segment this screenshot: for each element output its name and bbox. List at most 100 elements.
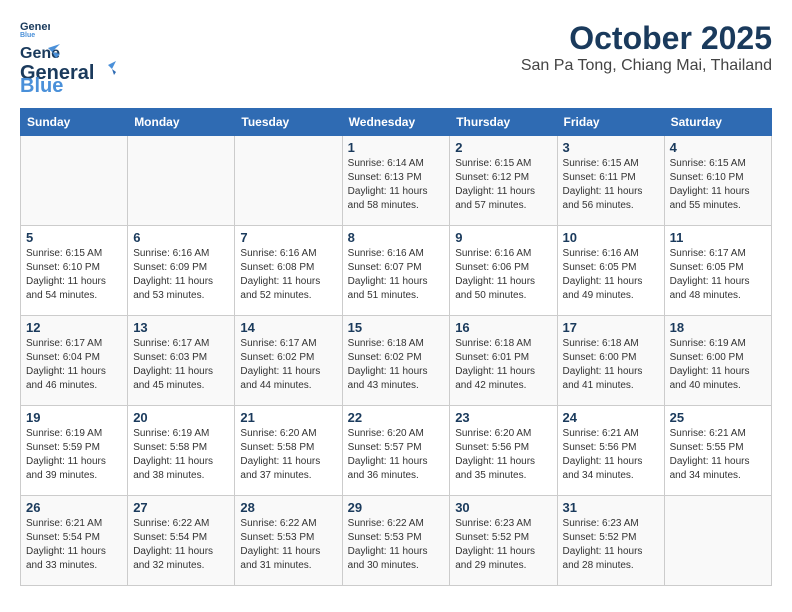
day-info: Sunrise: 6:16 AM Sunset: 6:06 PM Dayligh… (455, 247, 551, 303)
day-info: Sunrise: 6:16 AM Sunset: 6:05 PM Dayligh… (563, 247, 659, 303)
calendar-cell: 28 Sunrise: 6:22 AM Sunset: 5:53 PM Dayli… (235, 496, 342, 586)
calendar-cell: 19 Sunrise: 6:19 AM Sunset: 5:59 PM Dayli… (21, 406, 128, 496)
day-info: Sunrise: 6:20 AM Sunset: 5:57 PM Dayligh… (348, 427, 445, 483)
day-number: 12 (26, 320, 122, 335)
day-number: 14 (240, 320, 336, 335)
calendar-cell: 6Sunrise: 6:16 AM Sunset: 6:09 PM Daylig… (128, 226, 235, 316)
calendar-cell: 3Sunrise: 6:15 AM Sunset: 6:11 PM Daylig… (557, 136, 664, 226)
col-header-sunday: Sunday (21, 109, 128, 136)
calendar-week-3: 12 Sunrise: 6:17 AM Sunset: 6:04 PM Dayli… (21, 316, 772, 406)
calendar-cell: 23 Sunrise: 6:20 AM Sunset: 5:56 PM Dayli… (450, 406, 557, 496)
day-number: 30 (455, 500, 551, 515)
calendar-header-row: SundayMondayTuesdayWednesdayThursdayFrid… (21, 109, 772, 136)
calendar-cell: 16Sunrise: 6:18 AM Sunset: 6:01 PM Dayli… (450, 316, 557, 406)
day-number: 13 (133, 320, 229, 335)
logo: General Blue General General Blue (20, 20, 116, 98)
calendar-cell: 9 Sunrise: 6:16 AM Sunset: 6:06 PM Daylig… (450, 226, 557, 316)
calendar-cell: 11 Sunrise: 6:17 AM Sunset: 6:05 PM Dayli… (664, 226, 771, 316)
day-number: 19 (26, 410, 122, 425)
day-number: 11 (670, 230, 766, 245)
svg-text:Blue: Blue (20, 32, 35, 38)
calendar-cell (21, 136, 128, 226)
day-number: 18 (670, 320, 766, 335)
calendar-cell: 30 Sunrise: 6:23 AM Sunset: 5:52 PM Dayli… (450, 496, 557, 586)
day-info: Sunrise: 6:17 AM Sunset: 6:05 PM Dayligh… (670, 247, 766, 303)
day-info: Sunrise: 6:18 AM Sunset: 6:00 PM Dayligh… (563, 337, 659, 393)
day-info: Sunrise: 6:22 AM Sunset: 5:53 PM Dayligh… (348, 517, 445, 573)
day-info: Sunrise: 6:19 AM Sunset: 5:59 PM Dayligh… (26, 427, 122, 483)
col-header-monday: Monday (128, 109, 235, 136)
page-header: General Blue General General Blue Octobe… (20, 20, 772, 98)
calendar-cell: 10 Sunrise: 6:16 AM Sunset: 6:05 PM Dayli… (557, 226, 664, 316)
day-number: 6 (133, 230, 229, 245)
calendar-cell: 14 Sunrise: 6:17 AM Sunset: 6:02 PM Dayli… (235, 316, 342, 406)
day-number: 23 (455, 410, 551, 425)
day-number: 1 (348, 140, 445, 155)
calendar-week-4: 19 Sunrise: 6:19 AM Sunset: 5:59 PM Dayli… (21, 406, 772, 496)
logo-icon: General Blue (20, 20, 50, 38)
calendar-cell: 29Sunrise: 6:22 AM Sunset: 5:53 PM Dayli… (342, 496, 450, 586)
col-header-wednesday: Wednesday (342, 109, 450, 136)
day-number: 27 (133, 500, 229, 515)
day-info: Sunrise: 6:19 AM Sunset: 6:00 PM Dayligh… (670, 337, 766, 393)
day-number: 5 (26, 230, 122, 245)
calendar-cell: 18 Sunrise: 6:19 AM Sunset: 6:00 PM Dayli… (664, 316, 771, 406)
calendar-week-1: 1 Sunrise: 6:14 AM Sunset: 6:13 PM Daylig… (21, 136, 772, 226)
day-info: Sunrise: 6:17 AM Sunset: 6:03 PM Dayligh… (133, 337, 229, 393)
calendar-cell (664, 496, 771, 586)
day-info: Sunrise: 6:15 AM Sunset: 6:10 PM Dayligh… (670, 157, 766, 213)
calendar-cell: 27 Sunrise: 6:22 AM Sunset: 5:54 PM Dayli… (128, 496, 235, 586)
day-number: 7 (240, 230, 336, 245)
day-info: Sunrise: 6:19 AM Sunset: 5:58 PM Dayligh… (133, 427, 229, 483)
page-title: October 2025 (521, 20, 772, 57)
calendar-cell: 2 Sunrise: 6:15 AM Sunset: 6:12 PM Daylig… (450, 136, 557, 226)
day-info: Sunrise: 6:14 AM Sunset: 6:13 PM Dayligh… (348, 157, 445, 213)
day-number: 15 (348, 320, 445, 335)
calendar-week-5: 26 Sunrise: 6:21 AM Sunset: 5:54 PM Dayli… (21, 496, 772, 586)
day-info: Sunrise: 6:22 AM Sunset: 5:53 PM Dayligh… (240, 517, 336, 573)
day-number: 9 (455, 230, 551, 245)
calendar-cell (128, 136, 235, 226)
day-info: Sunrise: 6:21 AM Sunset: 5:54 PM Dayligh… (26, 517, 122, 573)
day-info: Sunrise: 6:16 AM Sunset: 6:08 PM Dayligh… (240, 247, 336, 303)
title-block: October 2025 San Pa Tong, Chiang Mai, Th… (521, 20, 772, 75)
logo-bird-graphic (94, 61, 116, 83)
day-info: Sunrise: 6:23 AM Sunset: 5:52 PM Dayligh… (563, 517, 659, 573)
day-number: 31 (563, 500, 659, 515)
calendar-cell: 22 Sunrise: 6:20 AM Sunset: 5:57 PM Dayli… (342, 406, 450, 496)
calendar-cell: 7 Sunrise: 6:16 AM Sunset: 6:08 PM Daylig… (235, 226, 342, 316)
day-number: 17 (563, 320, 659, 335)
day-number: 8 (348, 230, 445, 245)
day-info: Sunrise: 6:21 AM Sunset: 5:56 PM Dayligh… (563, 427, 659, 483)
day-info: Sunrise: 6:17 AM Sunset: 6:04 PM Dayligh… (26, 337, 122, 393)
day-info: Sunrise: 6:20 AM Sunset: 5:56 PM Dayligh… (455, 427, 551, 483)
calendar-cell: 21 Sunrise: 6:20 AM Sunset: 5:58 PM Dayli… (235, 406, 342, 496)
day-number: 10 (563, 230, 659, 245)
calendar-cell: 25Sunrise: 6:21 AM Sunset: 5:55 PM Dayli… (664, 406, 771, 496)
day-number: 20 (133, 410, 229, 425)
day-number: 24 (563, 410, 659, 425)
col-header-tuesday: Tuesday (235, 109, 342, 136)
day-number: 2 (455, 140, 551, 155)
day-number: 16 (455, 320, 551, 335)
day-number: 28 (240, 500, 336, 515)
col-header-saturday: Saturday (664, 109, 771, 136)
calendar-cell: 5Sunrise: 6:15 AM Sunset: 6:10 PM Daylig… (21, 226, 128, 316)
calendar-cell: 8Sunrise: 6:16 AM Sunset: 6:07 PM Daylig… (342, 226, 450, 316)
day-info: Sunrise: 6:22 AM Sunset: 5:54 PM Dayligh… (133, 517, 229, 573)
calendar-cell: 26 Sunrise: 6:21 AM Sunset: 5:54 PM Dayli… (21, 496, 128, 586)
calendar-cell: 24 Sunrise: 6:21 AM Sunset: 5:56 PM Dayli… (557, 406, 664, 496)
calendar-cell: 17 Sunrise: 6:18 AM Sunset: 6:00 PM Dayli… (557, 316, 664, 406)
day-info: Sunrise: 6:15 AM Sunset: 6:12 PM Dayligh… (455, 157, 551, 213)
day-number: 26 (26, 500, 122, 515)
day-number: 22 (348, 410, 445, 425)
day-info: Sunrise: 6:23 AM Sunset: 5:52 PM Dayligh… (455, 517, 551, 573)
day-info: Sunrise: 6:20 AM Sunset: 5:58 PM Dayligh… (240, 427, 336, 483)
calendar-cell: 13 Sunrise: 6:17 AM Sunset: 6:03 PM Dayli… (128, 316, 235, 406)
svg-text:General: General (20, 21, 50, 33)
day-info: Sunrise: 6:18 AM Sunset: 6:02 PM Dayligh… (348, 337, 445, 393)
calendar-cell: 15 Sunrise: 6:18 AM Sunset: 6:02 PM Dayli… (342, 316, 450, 406)
day-info: Sunrise: 6:17 AM Sunset: 6:02 PM Dayligh… (240, 337, 336, 393)
calendar-cell: 20 Sunrise: 6:19 AM Sunset: 5:58 PM Dayli… (128, 406, 235, 496)
day-number: 21 (240, 410, 336, 425)
